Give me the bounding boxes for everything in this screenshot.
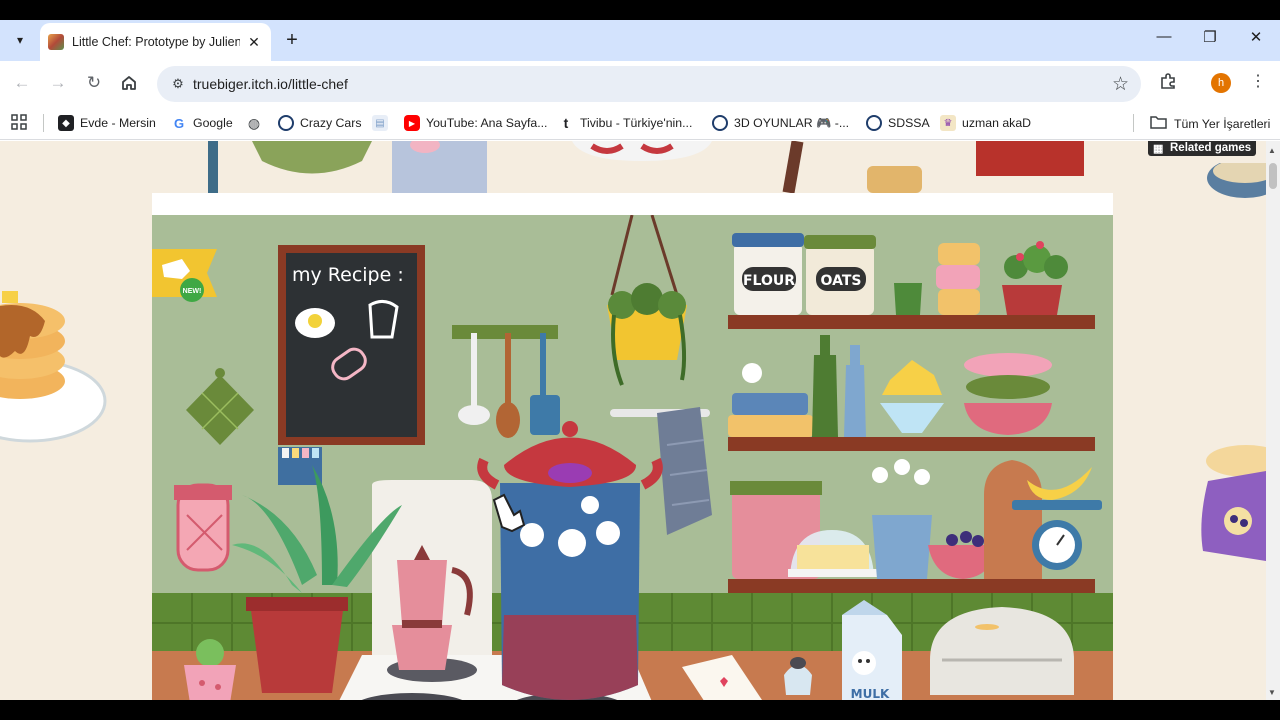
arrow-right-icon: → [49,73,67,92]
bookmark-label: SDSSA [888,116,930,130]
site-icon: ♛ [940,115,956,131]
tab-title: Little Chef: Prototype by Julien [72,35,240,49]
bookmark-label: Crazy Cars [300,116,362,130]
bookmark-star-icon[interactable]: ☆ [1112,73,1129,96]
site-icon [712,115,728,131]
active-tab[interactable]: Little Chef: Prototype by Julien ✕ [40,23,271,61]
game-frame-top [152,193,1113,215]
globe-icon: ◍ [246,114,262,131]
screen-bottom-bar [0,700,1280,720]
bookmark-doc[interactable]: ▤ [372,115,394,131]
site-icon [278,115,294,131]
bookmark-label: 3D OYUNLAR 🎮 -... [734,115,850,130]
forward-button[interactable]: → [47,72,69,94]
bookmark-uzman-akad[interactable]: ♛ uzman akaD [940,115,1031,131]
bookmark-label: Evde - Mersin [80,116,156,130]
address-bar[interactable]: ⚙ truebiger.itch.io/little-chef ☆ [157,66,1141,102]
site-info-icon[interactable]: ⚙ [169,75,187,93]
all-bookmarks-folder[interactable]: Tüm Yer İşaretleri [1150,115,1270,132]
site-icon: ◆ [58,115,74,131]
bookmark-sdssa[interactable]: SDSSA [866,115,930,131]
game-canvas[interactable]: NEW! my Recipe : FLOUR OATS MULK [152,215,1113,700]
favicon-icon [48,34,64,50]
home-icon [122,76,136,90]
bookmarks-separator [43,114,44,132]
profile-avatar[interactable]: h [1211,73,1231,93]
jam-jar-decoration [1201,445,1266,561]
tab-strip: ▾ Little Chef: Prototype by Julien ✕ + —… [0,20,1280,61]
bookmark-label: YouTube: Ana Sayfa... [426,116,548,130]
close-icon[interactable]: ✕ [245,34,263,51]
tab-search-button[interactable]: ▾ [8,28,32,52]
bookmark-google[interactable]: G Google [171,115,233,131]
back-button[interactable]: ← [11,72,33,94]
bookmark-youtube[interactable]: ▶ YouTube: Ana Sayfa... [404,115,547,131]
bookmark-tivibu[interactable]: t Tivibu - Türkiye'nin... [558,115,692,131]
bookmark-globe[interactable]: ◍ [246,115,268,131]
related-games-label: Related games [1170,142,1252,154]
related-games-button[interactable]: ▦ Related games [1148,141,1256,156]
menu-icon[interactable]: ⋮ [1250,71,1266,91]
bookmark-label: uzman akaD [962,116,1032,130]
new-tab-button[interactable]: + [281,29,303,51]
bookmark-label: Tivibu - Türkiye'nin... [580,116,693,130]
folder-label: Tüm Yer İşaretleri [1174,116,1271,131]
chalkboard-title: my Recipe : [292,264,404,286]
scroll-down-icon[interactable]: ▼ [1268,688,1276,697]
bowl-decoration [1207,163,1266,198]
arrow-left-icon: ← [13,73,31,92]
tivibu-icon: t [558,115,574,131]
flour-jar-label: FLOUR [743,273,795,289]
reload-icon: ↻ [86,73,102,92]
bookmark-label: Google [193,116,233,130]
scroll-up-icon[interactable]: ▲ [1268,146,1276,155]
kitchen-scene: NEW! my Recipe : FLOUR OATS MULK [152,215,1113,700]
site-icon [866,115,882,131]
google-icon: G [171,115,187,131]
oats-jar-label: OATS [821,273,862,289]
chevron-down-icon: ▾ [16,33,24,47]
minimize-button[interactable]: — [1153,28,1175,45]
toolbar: ← → ↻ ⚙ truebiger.itch.io/little-chef ☆ … [0,61,1280,106]
browser-window: ▾ Little Chef: Prototype by Julien ✕ + —… [0,20,1280,700]
bookmarks-bar: ◆ Evde - Mersin G Google ◍ Crazy Cars ▤ … [0,106,1280,140]
pancake-stack-decoration [0,291,107,443]
url-text[interactable]: truebiger.itch.io/little-chef [193,76,348,92]
extensions-icon[interactable] [1159,72,1177,95]
close-window-button[interactable]: ✕ [1245,28,1267,46]
folder-icon [1150,115,1167,132]
doc-icon: ▤ [372,115,388,131]
page-content: ▦ Related games NEW! my Recipe: FLOUR O… [0,141,1266,700]
new-badge: NEW! [183,288,202,295]
home-button[interactable] [118,72,140,94]
reload-button[interactable]: ↻ [83,72,105,94]
youtube-icon: ▶ [404,115,420,131]
game-top-scene [152,141,1113,193]
restore-button[interactable]: ❐ [1199,28,1221,46]
map-icon: ▦ [1153,143,1164,155]
bookmark-3d-oyunlar[interactable]: 3D OYUNLAR 🎮 -... [712,115,849,131]
page-scrollbar[interactable]: ▲ ▼ [1266,141,1280,700]
milk-carton-label: MULK [851,687,890,700]
apps-grid-icon[interactable] [11,114,27,134]
scroll-thumb[interactable] [1269,163,1277,189]
bookmark-evde-mersin[interactable]: ◆ Evde - Mersin [58,115,156,131]
bookmarks-separator [1133,114,1134,132]
bookmark-crazy-cars[interactable]: Crazy Cars [278,115,362,131]
